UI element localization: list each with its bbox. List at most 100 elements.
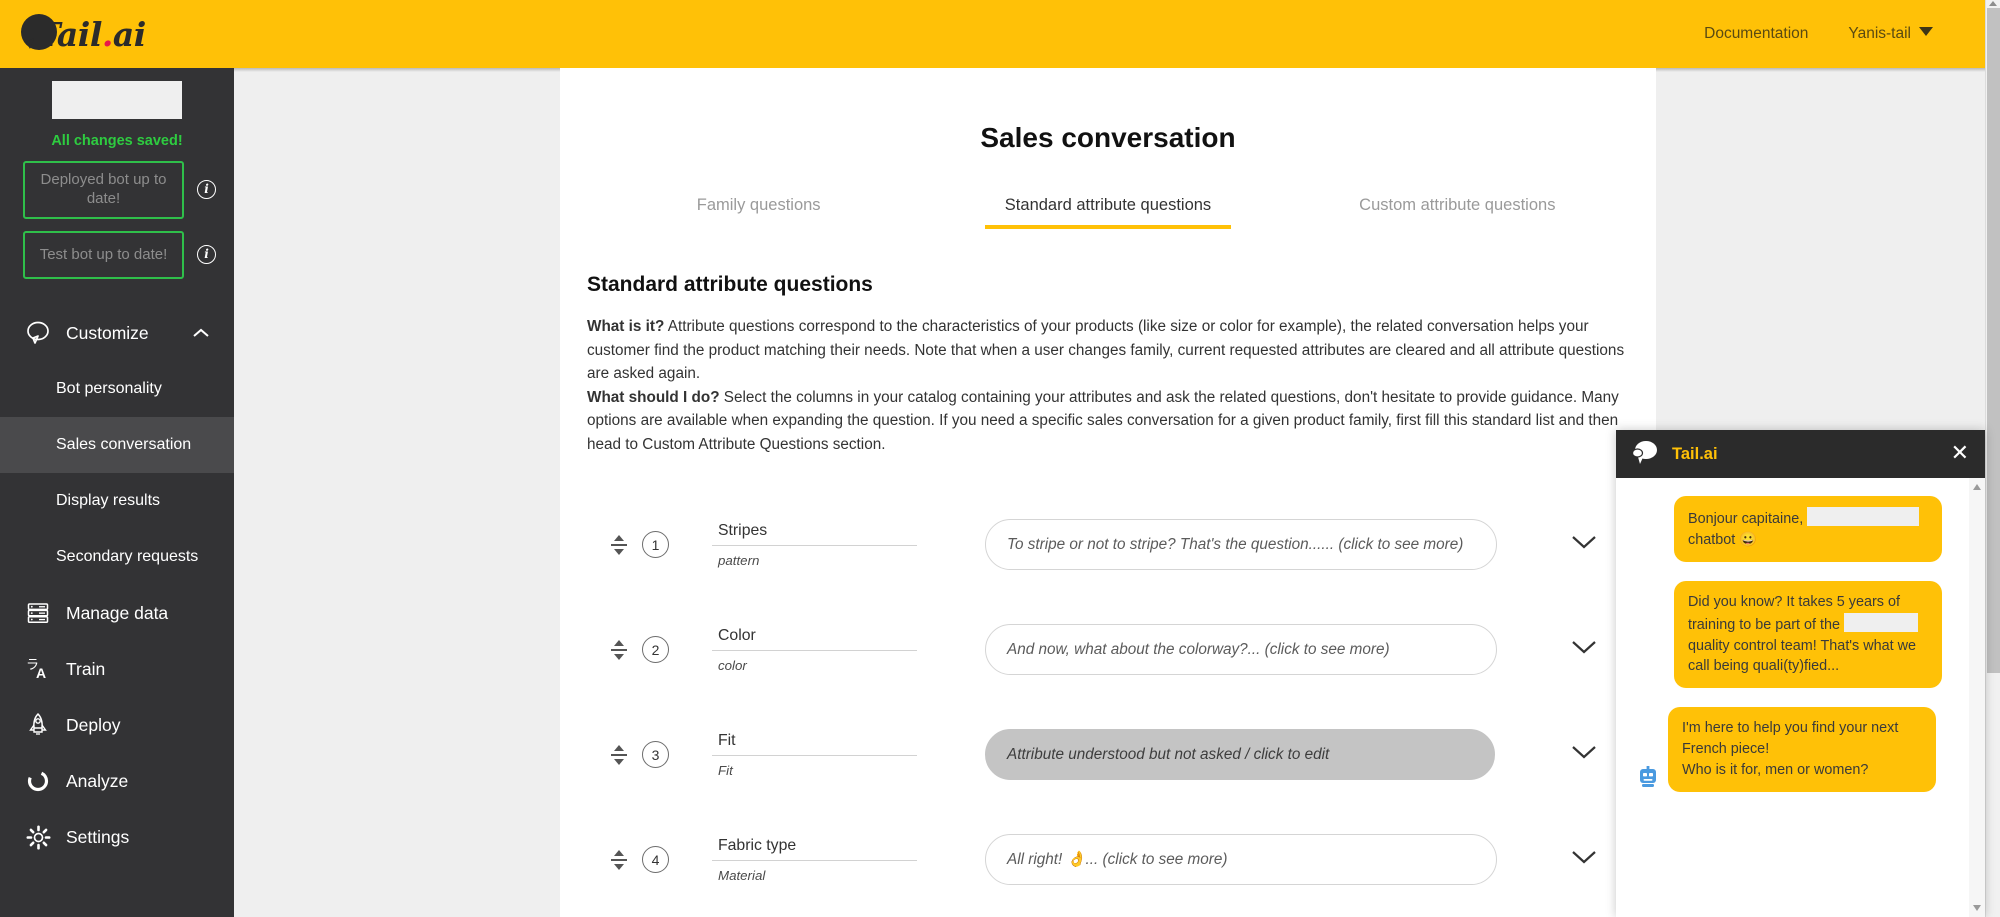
test-info-icon[interactable]: i bbox=[197, 245, 216, 264]
section-description: What is it? Attribute questions correspo… bbox=[587, 315, 1629, 456]
arrow-down-icon bbox=[614, 654, 624, 660]
page-scrollbar[interactable] bbox=[1985, 0, 2000, 917]
question-input[interactable]: To stripe or not to stripe? That's the q… bbox=[985, 519, 1497, 570]
list-item: I'm here to help you find your next Fren… bbox=[1638, 707, 1967, 792]
chat-bubble-logo-icon bbox=[1630, 438, 1660, 471]
drag-handle-icon[interactable] bbox=[608, 635, 630, 665]
attribute-source-label: Material bbox=[712, 861, 917, 883]
sidebar-item-label-customize: Customize bbox=[66, 323, 149, 344]
question-input[interactable]: All right! 👌... (click to see more) bbox=[985, 834, 1497, 885]
list-item: Bonjour capitaine, chatbot 😀 bbox=[1638, 496, 1967, 562]
desc-label-what-should-i-do: What should I do? bbox=[587, 389, 720, 406]
sidebar-nav: Customize Bot personality Sales conversa… bbox=[0, 305, 234, 865]
left-sidebar: All changes saved! Deployed bot up to da… bbox=[0, 68, 234, 917]
expand-row-chevron-down-icon[interactable] bbox=[1569, 533, 1599, 556]
handle-bar bbox=[611, 544, 627, 546]
expand-row-chevron-down-icon[interactable] bbox=[1569, 743, 1599, 766]
expand-row-chevron-down-icon[interactable] bbox=[1569, 638, 1599, 661]
arrow-down-icon bbox=[614, 549, 624, 555]
rocket-icon bbox=[23, 710, 53, 740]
sidebar-item-manage-data[interactable]: Manage data bbox=[0, 585, 234, 641]
chevron-up-icon[interactable] bbox=[192, 323, 210, 344]
drag-handle-icon[interactable] bbox=[608, 845, 630, 875]
description-paragraph-what-is-it: What is it? Attribute questions correspo… bbox=[587, 315, 1629, 386]
drag-handle-icon[interactable] bbox=[608, 740, 630, 770]
sidebar-item-label-train: Train bbox=[66, 659, 105, 680]
arrow-down-icon bbox=[614, 759, 624, 765]
desc-text-what-should-i-do: Select the columns in your catalog conta… bbox=[587, 389, 1619, 453]
attribute-name-input[interactable]: Fabric type bbox=[712, 837, 917, 861]
bot-name-field[interactable] bbox=[52, 81, 182, 119]
table-row: 2 Color color And now, what about the co… bbox=[560, 597, 1656, 702]
sidebar-item-display-results[interactable]: Display results bbox=[0, 473, 234, 529]
chat-text-3a: I'm here to help you find your next Fren… bbox=[1682, 718, 1922, 760]
row-ordinal: 2 bbox=[642, 636, 669, 663]
row-ordinal: 4 bbox=[642, 846, 669, 873]
close-icon[interactable]: ✕ bbox=[1951, 443, 1969, 465]
app-logo[interactable]: Tail.ai bbox=[16, 6, 146, 62]
deployed-bot-status-button[interactable]: Deployed bot up to date! bbox=[23, 161, 184, 219]
translate-icon: ラ A bbox=[23, 654, 53, 684]
sidebar-sub-label: Display results bbox=[56, 492, 160, 510]
drag-handle-icon[interactable] bbox=[608, 530, 630, 560]
top-header-right: Documentation Yanis-tail bbox=[1704, 25, 1985, 43]
attribute-name-input[interactable]: Stripes bbox=[712, 522, 917, 546]
account-menu[interactable]: Yanis-tail bbox=[1848, 25, 1933, 43]
tab-bar: Family questions Standard attribute ques… bbox=[560, 196, 1656, 229]
sidebar-item-train[interactable]: ラ A Train bbox=[0, 641, 234, 697]
chat-scrollbar[interactable] bbox=[1969, 478, 1985, 917]
desc-label-what-is-it: What is it? bbox=[587, 318, 664, 335]
deploy-info-icon[interactable]: i bbox=[197, 180, 216, 199]
sidebar-item-settings[interactable]: Settings bbox=[0, 809, 234, 865]
tab-family-questions[interactable]: Family questions bbox=[584, 196, 933, 229]
redacted-text-block bbox=[1844, 613, 1918, 632]
chat-bubble-intro: I'm here to help you find your next Fren… bbox=[1668, 707, 1936, 792]
chat-text-1a: Bonjour capitaine, bbox=[1688, 511, 1807, 527]
sidebar-sub-label: Bot personality bbox=[56, 380, 162, 398]
sidebar-sub-label: Sales conversation bbox=[56, 436, 191, 454]
database-icon bbox=[23, 598, 53, 628]
tab-custom-attribute-questions[interactable]: Custom attribute questions bbox=[1283, 196, 1632, 229]
question-input-disabled[interactable]: Attribute understood but not asked / cli… bbox=[985, 729, 1495, 780]
tail-logo-icon bbox=[16, 11, 62, 57]
test-status-row: Test bot up to date! i bbox=[23, 231, 234, 280]
table-row: 1 Stripes pattern To stripe or not to st… bbox=[560, 492, 1656, 597]
sidebar-item-label-manage-data: Manage data bbox=[66, 603, 168, 624]
chat-message-list: Bonjour capitaine, chatbot 😀 Did you kno… bbox=[1616, 478, 1985, 917]
desc-text-what-is-it: Attribute questions correspond to the ch… bbox=[587, 318, 1624, 382]
sidebar-sub-label: Secondary requests bbox=[56, 548, 198, 566]
arrow-up-icon bbox=[614, 745, 624, 751]
arrow-down-icon bbox=[614, 864, 624, 870]
sidebar-item-sales-conversation[interactable]: Sales conversation bbox=[0, 417, 234, 473]
attribute-name-input[interactable]: Fit bbox=[712, 732, 917, 756]
donut-chart-icon bbox=[23, 766, 53, 796]
sidebar-item-label-analyze: Analyze bbox=[66, 771, 128, 792]
chat-scroll-up-arrow-icon[interactable] bbox=[1973, 484, 1981, 490]
sidebar-item-analyze[interactable]: Analyze bbox=[0, 753, 234, 809]
attribute-source-label: pattern bbox=[712, 546, 917, 568]
expand-row-chevron-down-icon[interactable] bbox=[1569, 848, 1599, 871]
description-paragraph-what-should-i-do: What should I do? Select the columns in … bbox=[587, 386, 1629, 457]
row-ordinal: 3 bbox=[642, 741, 669, 768]
robot-avatar-icon bbox=[1638, 766, 1658, 788]
sidebar-item-label-deploy: Deploy bbox=[66, 715, 120, 736]
sidebar-item-deploy[interactable]: Deploy bbox=[0, 697, 234, 753]
scroll-up-arrow-icon[interactable] bbox=[1989, 1, 1997, 6]
chat-text-2b: quality control team! That's what we cal… bbox=[1688, 638, 1916, 675]
attribute-name-input[interactable]: Color bbox=[712, 627, 917, 651]
tab-label: Standard attribute questions bbox=[1005, 196, 1211, 214]
tab-standard-attribute-questions[interactable]: Standard attribute questions bbox=[933, 196, 1282, 229]
sidebar-item-secondary-requests[interactable]: Secondary requests bbox=[0, 529, 234, 585]
chat-widget: Tail.ai ✕ Bonjour capitaine, chatbot 😀 D… bbox=[1616, 430, 1985, 917]
page-scrollbar-thumb[interactable] bbox=[1987, 8, 2000, 673]
question-input[interactable]: And now, what about the colorway?... (cl… bbox=[985, 624, 1497, 675]
chat-header: Tail.ai ✕ bbox=[1616, 430, 1985, 478]
chat-bubble-icon bbox=[23, 318, 53, 348]
test-bot-status-button[interactable]: Test bot up to date! bbox=[23, 231, 184, 280]
arrow-up-icon bbox=[614, 535, 624, 541]
sidebar-item-customize[interactable]: Customize bbox=[0, 305, 234, 361]
chat-scroll-down-arrow-icon[interactable] bbox=[1973, 905, 1981, 911]
sidebar-item-bot-personality[interactable]: Bot personality bbox=[0, 361, 234, 417]
documentation-link[interactable]: Documentation bbox=[1704, 25, 1808, 43]
handle-bar bbox=[611, 859, 627, 861]
